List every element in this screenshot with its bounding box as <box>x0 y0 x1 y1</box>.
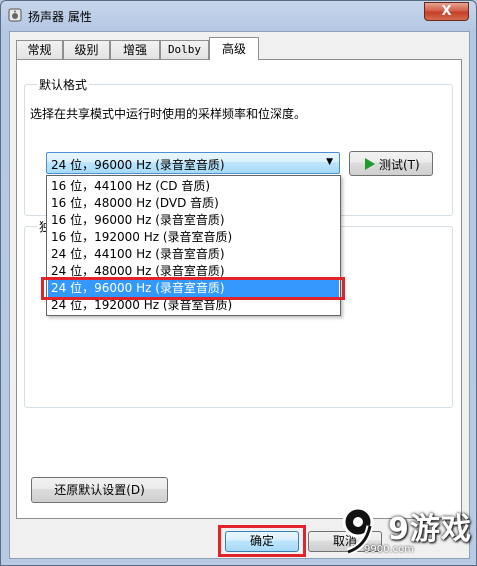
format-description: 选择在共享模式中运行时使用的采样频率和位深度。 <box>30 107 307 121</box>
format-option[interactable]: 16 位，96000 Hz (录音室音质) <box>48 212 339 229</box>
highlight-frame-option <box>41 277 345 300</box>
selected-format: 24 位，96000 Hz (录音室音质) <box>51 158 225 172</box>
watermark-logo: 9游戏 9900.com <box>336 502 472 562</box>
format-option[interactable]: 16 位，192000 Hz (录音室音质) <box>48 229 339 246</box>
play-icon <box>365 158 375 170</box>
close-button[interactable]: X <box>424 2 469 21</box>
restore-defaults-button[interactable]: 还原默认设置(D) <box>31 477 168 503</box>
watermark-url: 9900.com <box>364 544 414 555</box>
speaker-icon <box>8 8 22 22</box>
format-option[interactable]: 16 位，44100 Hz (CD 音质) <box>48 178 339 195</box>
sample-format-select[interactable]: 24 位，96000 Hz (录音室音质) ▼ <box>46 152 340 174</box>
tab-advanced[interactable]: 高级 <box>209 37 259 60</box>
tab-general[interactable]: 常规 <box>16 40 63 59</box>
format-option[interactable]: 24 位，44100 Hz (录音室音质) <box>48 246 339 263</box>
highlight-frame-ok <box>218 525 306 557</box>
tab-dolby[interactable]: Dolby <box>160 40 209 59</box>
default-format-label: 默认格式 <box>37 76 90 93</box>
tab-enhancements[interactable]: 增强 <box>110 40 160 59</box>
tab-levels[interactable]: 级别 <box>63 40 110 59</box>
watermark-brand: 9游戏 <box>388 512 472 547</box>
close-icon: X <box>441 4 452 19</box>
window-title: 扬声器 属性 <box>28 10 92 24</box>
chevron-down-icon: ▼ <box>326 157 333 167</box>
format-option[interactable]: 16 位，48000 Hz (DVD 音质) <box>48 195 339 212</box>
title-bar[interactable]: 扬声器 属性 X <box>1 1 477 31</box>
test-button[interactable]: 测试(T) <box>349 151 433 176</box>
